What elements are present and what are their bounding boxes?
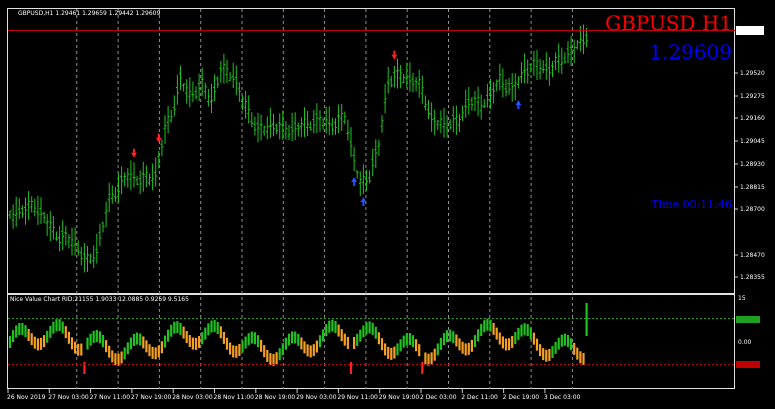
indicator-upper-badge [736, 316, 760, 323]
time-tick-label: 3 Dec 03:00 [544, 394, 581, 401]
price-tick-label: 1.28700 [740, 206, 765, 213]
time-tick-label: 27 Nov 19:00 [131, 394, 172, 401]
price-tick-label: 1.29520 [740, 70, 765, 77]
time-tick-label: 28 Nov 11:00 [214, 394, 255, 401]
trading-chart[interactable]: GBPUSD,H1 1.29461 1.29659 1.29442 1.2960… [0, 0, 775, 409]
candle-timer-label: Time 00:11:46 [651, 198, 732, 211]
time-tick-label: 29 Nov 19:00 [379, 394, 420, 401]
price-tick-label: 1.28470 [740, 252, 765, 259]
indicator-scale-zero: 0.00 [738, 339, 752, 346]
time-tick-label: 2 Dec 19:00 [503, 394, 540, 401]
time-tick-label: 2 Dec 11:00 [461, 394, 498, 401]
price-tick-label: 1.28930 [740, 161, 765, 168]
symbol-timeframe-label: GBPUSD H1 [605, 11, 732, 35]
chart-header: GBPUSD,H1 1.29461 1.29659 1.29442 1.2960… [18, 10, 160, 17]
time-tick-label: 29 Nov 03:00 [296, 394, 337, 401]
time-tick-label: 26 Nov 2019 [7, 394, 46, 401]
indicator-lower-badge [736, 361, 760, 368]
current-price-tag: 1.29609 [736, 26, 764, 35]
time-tick-label: 27 Nov 11:00 [90, 394, 131, 401]
price-tick-label: 1.29045 [740, 138, 765, 145]
price-tick-label: 1.28355 [740, 274, 765, 281]
time-tick-label: 27 Nov 03:00 [48, 394, 89, 401]
price-tick-label: 1.28815 [740, 184, 765, 191]
price-tick-label: 1.29160 [740, 115, 765, 122]
indicator-scale-top: 15 [738, 295, 746, 302]
time-tick-label: 2 Dec 03:00 [420, 394, 457, 401]
price-tick-label: 1.29275 [740, 93, 765, 100]
live-price-label: 1.29609 [649, 40, 732, 64]
time-tick-label: 29 Nov 11:00 [337, 394, 378, 401]
time-tick-label: 28 Nov 03:00 [172, 394, 213, 401]
indicator-header: Nice Value Chart RID:21155 1.9033 12.088… [10, 296, 189, 303]
current-price-tag-text: 1.29609 [738, 28, 763, 35]
time-tick-label: 28 Nov 19:00 [255, 394, 296, 401]
